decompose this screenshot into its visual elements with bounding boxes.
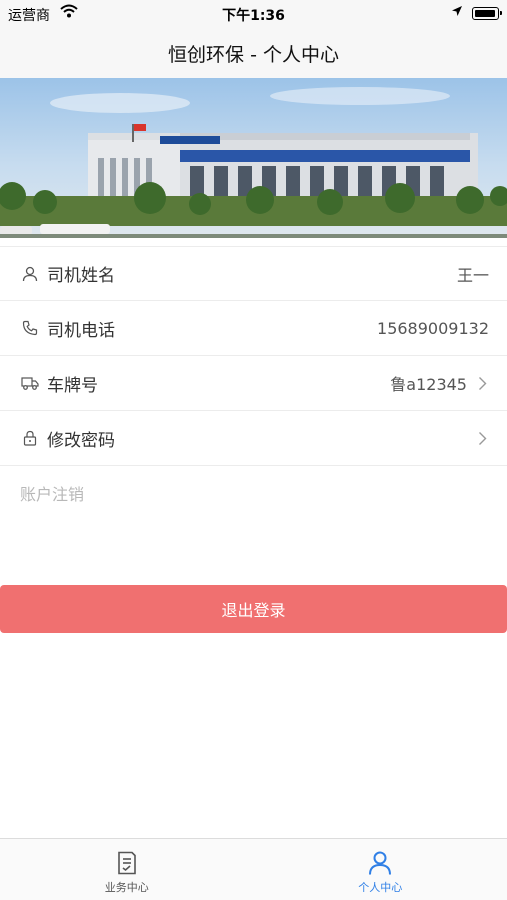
company-building-banner — [0, 78, 507, 238]
driver-phone-value: 15689009132 — [377, 318, 489, 338]
profile-info-list: 司机姓名 王一 司机电话 15689009132 车牌号 鲁a12345 修改密… — [0, 246, 507, 466]
tab-personal-center-label: 个人中心 — [358, 881, 403, 894]
status-bar: 运营商 下午1:36 — [0, 0, 507, 28]
plate-number-value: 鲁a12345 — [390, 375, 467, 394]
lock-icon — [20, 428, 40, 448]
battery-icon — [472, 7, 502, 20]
driver-name-row: 司机姓名 王一 — [0, 246, 507, 301]
driver-name-value: 王一 — [456, 265, 489, 285]
change-password-row[interactable]: 修改密码 — [0, 411, 507, 466]
page-title: 恒创环保 - 个人中心 — [168, 43, 339, 66]
truck-icon — [20, 373, 40, 393]
document-icon — [114, 850, 140, 876]
phone-icon — [20, 318, 40, 338]
driver-phone-row: 司机电话 15689009132 — [0, 301, 507, 356]
driver-phone-label: 司机电话 — [47, 320, 115, 341]
clock: 下午1:36 — [222, 8, 285, 24]
change-password-label: 修改密码 — [47, 430, 115, 451]
location-arrow-icon — [451, 5, 463, 21]
person-icon — [367, 850, 393, 876]
nav-bar: 恒创环保 - 个人中心 — [0, 28, 507, 78]
plate-number-label: 车牌号 — [47, 375, 98, 396]
plate-number-row[interactable]: 车牌号 鲁a12345 — [0, 356, 507, 411]
tab-business-center[interactable]: 业务中心 — [0, 839, 254, 900]
tab-business-center-label: 业务中心 — [104, 881, 149, 894]
chevron-right-icon — [475, 376, 489, 391]
driver-name-label: 司机姓名 — [47, 266, 115, 286]
chevron-right-icon — [475, 431, 489, 446]
person-icon — [20, 264, 40, 284]
logout-button[interactable]: 退出登录 — [0, 585, 507, 633]
tab-bar: 业务中心 个人中心 — [0, 838, 507, 900]
tab-personal-center[interactable]: 个人中心 — [254, 839, 507, 900]
account-cancel-link[interactable]: 账户注销 — [20, 481, 84, 505]
